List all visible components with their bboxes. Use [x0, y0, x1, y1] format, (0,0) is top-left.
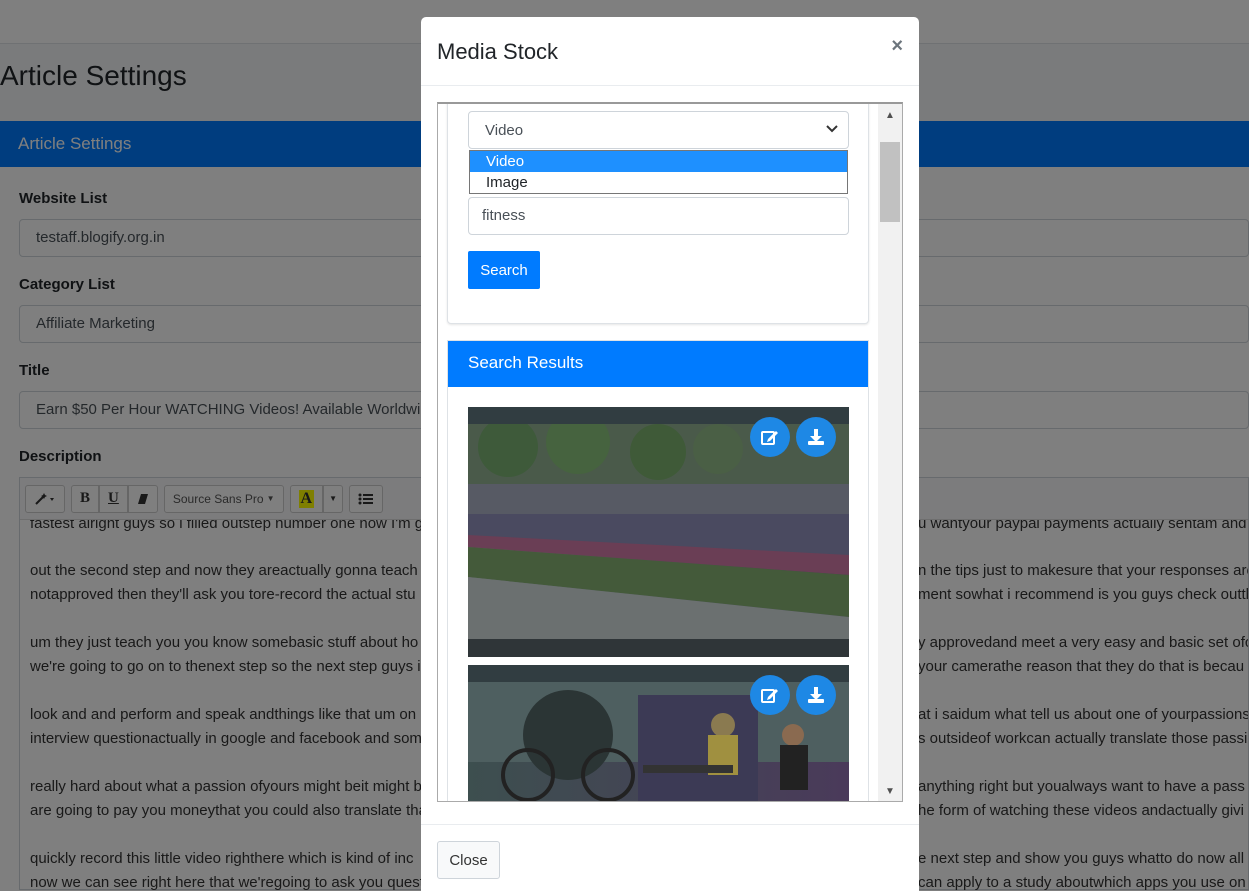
scroll-down-arrow-icon[interactable]: ▼	[878, 780, 902, 801]
video-thumbnail	[468, 665, 849, 801]
media-stock-modal: Media Stock × Video Video Image fitness …	[421, 17, 919, 891]
search-form-card: Video Video Image fitness Search	[447, 104, 869, 324]
media-type-value: Video	[485, 122, 524, 139]
video-result-tile[interactable]	[468, 665, 849, 801]
keyword-input[interactable]: fitness	[468, 197, 849, 235]
tile-top-bar	[468, 665, 849, 682]
tile-top-bar	[468, 407, 849, 424]
modal-scrollbar[interactable]: ▲ ▼	[878, 104, 902, 801]
option-video[interactable]: Video	[470, 151, 847, 172]
edit-icon[interactable]	[750, 675, 790, 715]
edit-icon[interactable]	[750, 417, 790, 457]
download-icon[interactable]	[796, 417, 836, 457]
scroll-up-arrow-icon[interactable]: ▲	[878, 104, 902, 126]
media-type-select[interactable]: Video	[468, 111, 849, 149]
option-image[interactable]: Image	[470, 172, 847, 193]
scroll-content: Video Video Image fitness Search Search …	[438, 104, 878, 801]
chevron-down-icon	[826, 125, 838, 133]
close-icon[interactable]: ×	[891, 35, 903, 58]
modal-footer: Close	[421, 824, 919, 891]
modal-title: Media Stock	[437, 39, 559, 64]
media-type-dropdown-list: Video Image	[469, 150, 848, 194]
close-button[interactable]: Close	[437, 841, 500, 879]
modal-header: Media Stock ×	[421, 17, 919, 86]
download-icon[interactable]	[796, 675, 836, 715]
video-result-tile[interactable]	[468, 407, 849, 657]
modal-body: Video Video Image fitness Search Search …	[437, 102, 903, 802]
results-header: Search Results	[448, 341, 868, 387]
search-results-card: Search Results	[447, 340, 869, 801]
search-button[interactable]: Search	[468, 251, 540, 289]
video-thumbnail	[468, 407, 849, 657]
scroll-thumb[interactable]	[880, 142, 900, 222]
